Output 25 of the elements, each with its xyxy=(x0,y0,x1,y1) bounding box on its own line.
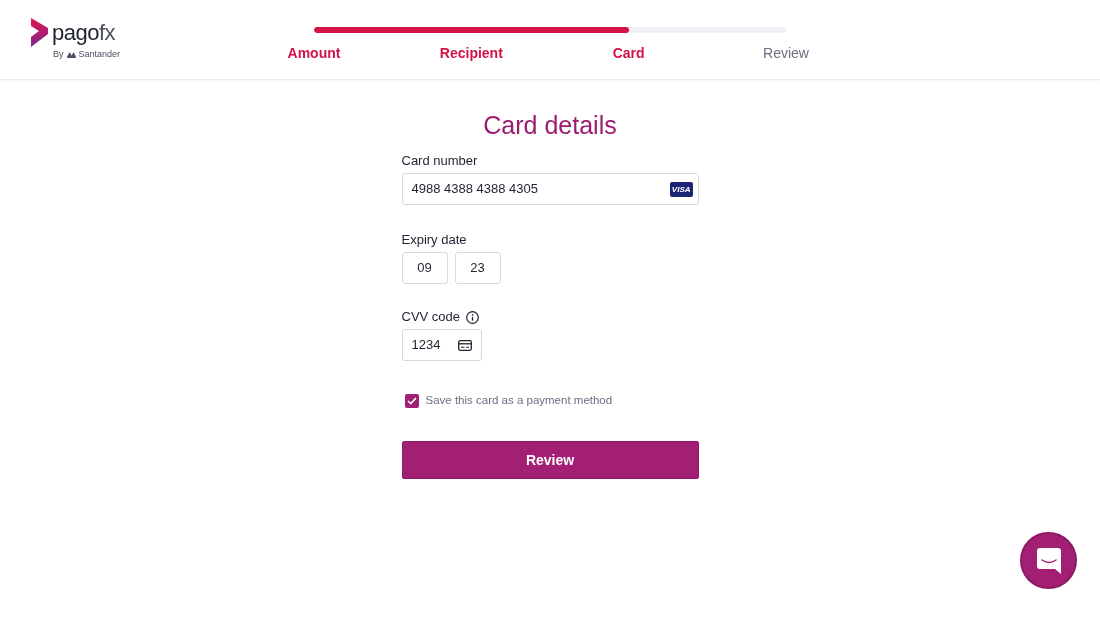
logo-wordmark: pagofx xyxy=(52,20,116,45)
expiry-date-label: Expiry date xyxy=(401,232,467,248)
cvv-code-field[interactable]: 1234 xyxy=(401,329,482,361)
logo-mark-icon xyxy=(66,51,76,59)
logo-tagline: Santander xyxy=(78,48,121,61)
card-brand-badge: VISA xyxy=(669,181,693,197)
chat-button[interactable] xyxy=(1020,532,1077,589)
expiry-month-field[interactable]: 09 xyxy=(401,252,448,284)
page-title: Card details xyxy=(483,110,617,141)
expiry-year-field[interactable]: 23 xyxy=(454,252,501,284)
card-number-label: Card number xyxy=(401,153,478,169)
card-number-field[interactable]: 4988 4388 4388 4305 VISA xyxy=(401,173,699,205)
logo-tagline-prefix: By xyxy=(53,48,64,61)
cvv-code-label: CVV code xyxy=(401,309,461,325)
info-icon[interactable] xyxy=(466,310,480,324)
progress-step: Card xyxy=(612,43,645,64)
save-card-checkbox[interactable] xyxy=(404,393,419,408)
card-icon xyxy=(457,339,472,351)
progress-step: Amount xyxy=(287,43,341,64)
review-button[interactable]: Review xyxy=(401,441,699,480)
progress-step: Recipient xyxy=(439,43,503,64)
chat-bubble-icon xyxy=(1035,546,1062,575)
save-card-label: Save this card as a payment method xyxy=(425,393,613,408)
progress-step: Review xyxy=(763,43,809,64)
logo-chevron-icon xyxy=(31,18,48,47)
